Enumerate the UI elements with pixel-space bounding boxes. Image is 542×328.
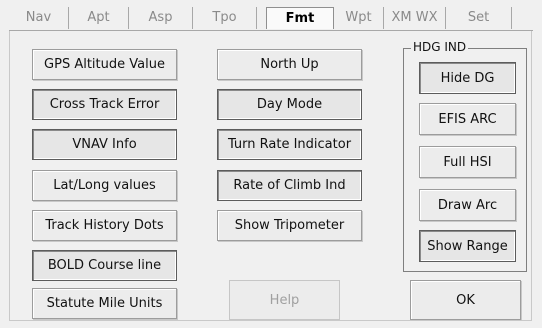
tab-asp[interactable]: Asp (129, 7, 193, 29)
tab-nav[interactable]: Nav (9, 7, 69, 29)
efis-arc-button[interactable]: EFIS ARC (419, 103, 516, 135)
tab-tpo[interactable]: Tpo (193, 7, 257, 29)
hide-dg-button[interactable]: Hide DG (419, 62, 516, 94)
tab-wpt[interactable]: Wpt (334, 7, 384, 29)
track-history-dots-button[interactable]: Track History Dots (32, 210, 177, 241)
bold-course-line-button[interactable]: BOLD Course line (32, 250, 177, 281)
lat-long-values-button[interactable]: Lat/Long values (32, 170, 177, 201)
tab-bar: Nav Apt Asp Tpo Fmt Wpt XM WX Set (9, 7, 533, 31)
turn-rate-indicator-button[interactable]: Turn Rate Indicator (217, 129, 362, 160)
tab-fmt[interactable]: Fmt (266, 7, 334, 29)
north-up-button[interactable]: North Up (217, 49, 362, 80)
ok-button[interactable]: OK (410, 280, 521, 320)
hdg-ind-group-label: HDG IND (411, 40, 469, 54)
cross-track-error-button[interactable]: Cross Track Error (32, 89, 177, 120)
rate-of-climb-ind-button[interactable]: Rate of Climb Ind (217, 170, 362, 201)
help-button[interactable]: Help (229, 280, 340, 320)
draw-arc-button[interactable]: Draw Arc (419, 189, 516, 221)
vnav-info-button[interactable]: VNAV Info (32, 129, 177, 160)
tab-set[interactable]: Set (446, 7, 512, 29)
statute-mile-units-button[interactable]: Statute Mile Units (32, 288, 177, 319)
tab-xm-wx[interactable]: XM WX (384, 7, 446, 29)
show-tripometer-button[interactable]: Show Tripometer (217, 210, 362, 241)
gps-altitude-value-button[interactable]: GPS Altitude Value (32, 49, 177, 80)
day-mode-button[interactable]: Day Mode (217, 89, 362, 120)
show-range-button[interactable]: Show Range (419, 230, 516, 262)
tab-apt[interactable]: Apt (69, 7, 129, 29)
full-hsi-button[interactable]: Full HSI (419, 146, 516, 178)
